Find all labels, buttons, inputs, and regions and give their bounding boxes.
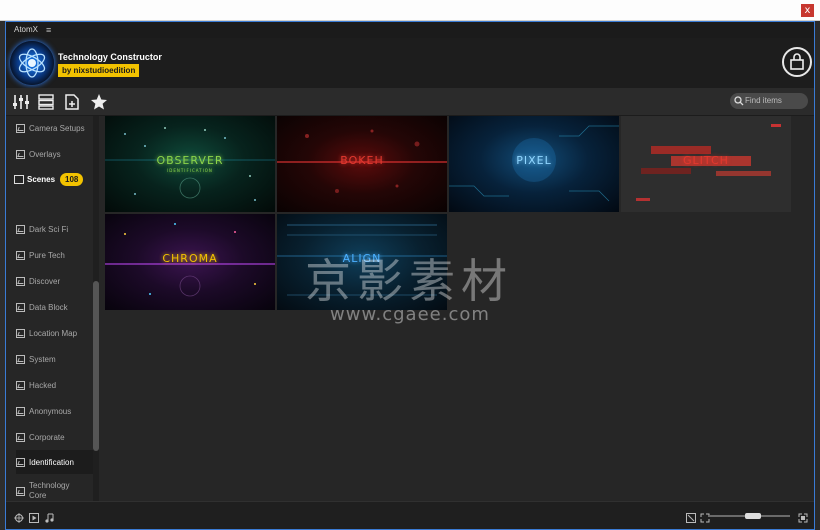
count-badge: 108 — [60, 172, 84, 186]
sidebar-item-pure-tech[interactable]: Pure Tech — [16, 243, 96, 267]
sidebar-item-label: Technology Core — [29, 481, 70, 500]
sidebar-item-technology-core[interactable]: Technology Core — [16, 476, 96, 501]
watermark-url: www.cgaee.com — [330, 304, 490, 325]
panel-title: AtomX — [14, 25, 39, 34]
sidebar-item-camera-setups[interactable]: Camera Setups — [16, 116, 96, 140]
scene-icon — [16, 432, 25, 442]
thumbnail-title: BOKEH — [340, 154, 384, 167]
thumbnail-pixel[interactable]: PIXEL — [449, 116, 619, 212]
fullscreen-icon[interactable] — [798, 510, 808, 523]
close-button[interactable]: x — [801, 4, 814, 17]
thumbnail-bokeh[interactable]: BOKEH — [277, 116, 447, 212]
scene-icon — [16, 406, 25, 416]
sidebar-item-anonymous[interactable]: Anonymous — [16, 399, 96, 423]
sidebar-item-corporate[interactable]: Corporate — [16, 425, 96, 449]
sidebar-item-location-map[interactable]: Location Map — [16, 321, 96, 345]
sliders-icon[interactable] — [12, 93, 30, 111]
star-icon[interactable] — [90, 93, 108, 111]
search-input[interactable]: Find items — [730, 93, 808, 109]
scene-icon — [16, 328, 25, 338]
sidebar-item-label: Discover — [29, 276, 61, 286]
file-plus-icon[interactable] — [63, 93, 81, 111]
zoom-slider-knob[interactable] — [745, 513, 762, 519]
scene-icon — [16, 276, 25, 286]
sidebar-item-label: Identification — [29, 457, 74, 467]
menu-icon[interactable]: ≡ — [46, 22, 51, 38]
category-label: Scenes — [27, 174, 56, 184]
thumbnail-title: CHROMA — [162, 252, 218, 265]
target-icon[interactable] — [14, 510, 24, 523]
scene-icon — [16, 123, 25, 133]
search-placeholder: Find items — [745, 96, 782, 105]
scene-icon — [16, 486, 25, 496]
sidebar-item-data-block[interactable]: Data Block — [16, 295, 96, 319]
scene-icon — [16, 380, 25, 390]
panel-titlebar: AtomX ≡ — [6, 22, 814, 38]
shopping-bag-icon[interactable] — [782, 47, 812, 77]
search-icon — [734, 96, 744, 106]
scrollbar-thumb[interactable] — [93, 281, 99, 451]
zoom-slider[interactable] — [710, 513, 790, 519]
sidebar-item-label: Data Block — [29, 302, 68, 312]
folder-icon — [14, 174, 24, 184]
sidebar-item-identification[interactable]: Identification — [16, 450, 96, 474]
host-right-strip — [815, 21, 820, 530]
sidebar-item-dark-sci-fi[interactable]: Dark Sci Fi — [16, 217, 96, 241]
thumbnail-subtitle: IDENTIFICATION — [167, 168, 213, 173]
scene-icon — [16, 302, 25, 312]
thumbnail-observer[interactable]: OBSERVER IDENTIFICATION — [105, 116, 275, 212]
sidebar-item-label: Camera Setups — [29, 123, 85, 133]
sidebar-item-label: Overlays — [29, 149, 61, 159]
sidebar-item-discover[interactable]: Discover — [16, 269, 96, 293]
sidebar-item-label: Pure Tech — [29, 250, 65, 260]
sidebar-item-label: Anonymous — [29, 406, 72, 416]
thumbnail-title: OBSERVER — [156, 154, 224, 167]
thumbnail-glitch[interactable]: GLITCH — [621, 116, 791, 212]
play-icon[interactable] — [29, 510, 39, 523]
scene-icon — [16, 354, 25, 364]
sidebar-item-label: Hacked — [29, 380, 57, 390]
header: Technology Constructor by nixstudioediti… — [6, 38, 814, 88]
sidebar-item-hacked[interactable]: Hacked — [16, 373, 96, 397]
watermark-text: 京影素材 — [305, 254, 513, 308]
author-badge[interactable]: by nixstudioedition — [58, 64, 140, 77]
sidebar-item-label: System — [29, 354, 56, 364]
thumbnail-chroma[interactable]: CHROMA — [105, 214, 275, 310]
list-icon[interactable] — [37, 93, 55, 111]
fit-icon[interactable] — [686, 510, 696, 523]
sidebar-category-scenes[interactable]: Scenes 108 — [14, 168, 96, 190]
sidebar-scrollbar[interactable] — [93, 116, 99, 501]
sidebar-item-label: Dark Sci Fi — [29, 224, 69, 234]
music-icon[interactable] — [44, 510, 54, 523]
expand-icon[interactable] — [700, 510, 710, 523]
host-titlebar: x — [0, 0, 820, 21]
product-title: Technology Constructor — [58, 52, 162, 62]
thumbnail-title: PIXEL — [516, 154, 552, 167]
scene-icon — [16, 224, 25, 234]
atom-logo-icon — [10, 41, 54, 85]
toolbar: Find items — [6, 88, 814, 116]
thumbnail-title: GLITCH — [683, 154, 729, 167]
sidebar: Camera Setups Overlays Scenes 108 Dark S… — [6, 116, 101, 501]
statusbar — [6, 501, 814, 529]
scene-icon — [16, 149, 25, 159]
scene-icon — [16, 250, 25, 260]
sidebar-item-label: Corporate — [29, 432, 65, 442]
scene-icon — [16, 457, 25, 467]
sidebar-item-label: Location Map — [29, 328, 78, 338]
sidebar-item-overlays[interactable]: Overlays — [16, 142, 96, 166]
sidebar-item-system[interactable]: System — [16, 347, 96, 371]
